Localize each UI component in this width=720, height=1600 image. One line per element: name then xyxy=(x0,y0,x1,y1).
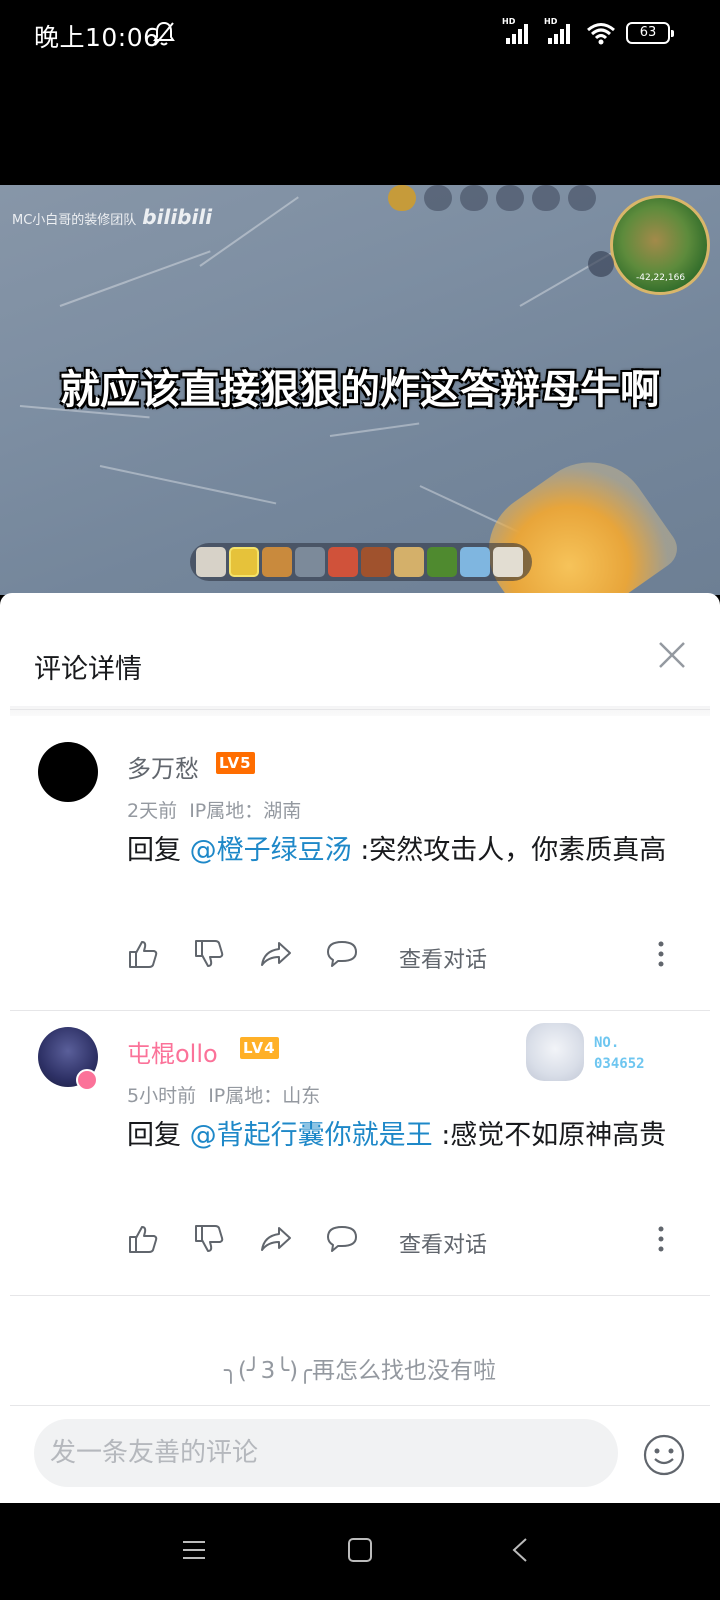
signal-1-icon: HD xyxy=(502,17,534,46)
comment-meta: 2天前 IP属地：湖南 xyxy=(127,796,301,823)
dislike-icon[interactable] xyxy=(193,1223,225,1255)
mention-link[interactable]: @橙子绿豆汤 xyxy=(190,835,352,866)
wifi-icon xyxy=(587,23,615,45)
hud-share-icon xyxy=(532,185,560,211)
comment-actions: 查看对话 xyxy=(127,1223,687,1259)
dislike-icon[interactable] xyxy=(193,938,225,970)
like-icon[interactable] xyxy=(127,938,159,970)
video-subtitle: 就应该直接狠狠的炸这答辩母牛啊 xyxy=(60,367,660,413)
hud-camera-icon xyxy=(424,185,452,211)
input-divider xyxy=(10,1405,710,1406)
comment-item: 多万愁 LV5 2天前 IP属地：湖南 回复 @橙子绿豆汤 :突然攻击人，你素质… xyxy=(0,716,720,996)
hud-tools-icon xyxy=(460,185,488,211)
badge-label: NO. xyxy=(594,1035,620,1051)
reply-icon[interactable] xyxy=(325,938,359,970)
system-navigation-bar xyxy=(0,1503,720,1600)
comment-ip: IP属地：山东 xyxy=(208,1085,321,1107)
header-divider xyxy=(10,706,710,716)
game-hud-toolbar xyxy=(388,185,596,211)
more-icon[interactable] xyxy=(657,938,665,970)
close-icon[interactable] xyxy=(650,633,694,677)
reply-prefix: 回复 xyxy=(127,1120,181,1151)
home-square-icon[interactable] xyxy=(347,1537,373,1563)
sheet-title: 评论详情 xyxy=(34,654,142,685)
battery-indicator: 63 xyxy=(626,22,674,44)
bell-muted-icon xyxy=(153,21,175,46)
back-icon[interactable] xyxy=(510,1537,530,1563)
share-icon[interactable] xyxy=(259,1223,293,1255)
comment-actions: 查看对话 xyxy=(127,938,687,974)
badge-number: 034652 xyxy=(594,1056,645,1072)
comment-divider xyxy=(10,709,710,710)
comment-ip: IP属地：湖南 xyxy=(189,800,302,822)
map-coordinates: -42,22,166 xyxy=(636,273,686,283)
hud-record-icon xyxy=(496,185,524,211)
comment-item: 屯棍ollo LV4 NO. 034652 5小时前 IP属地：山东 回复 @背… xyxy=(0,1001,720,1281)
fan-badge-icon xyxy=(526,1023,584,1081)
comment-text: :突然攻击人，你素质真高 xyxy=(360,835,667,866)
comment-username[interactable]: 屯棍ollo xyxy=(127,1034,218,1069)
share-icon[interactable] xyxy=(259,938,293,970)
end-of-list-message: ╮(╯3╰)╭再怎么找也没有啦 xyxy=(224,1358,496,1384)
view-conversation-link[interactable]: 查看对话 xyxy=(399,1227,487,1259)
comment-text: :感觉不如原神高贵 xyxy=(441,1120,667,1151)
game-chat-icon xyxy=(588,251,614,277)
comment-input[interactable] xyxy=(34,1419,618,1487)
like-icon[interactable] xyxy=(127,1223,159,1255)
status-time: 晚上10:06 xyxy=(34,23,160,52)
comment-time: 2天前 xyxy=(127,800,178,822)
view-conversation-link[interactable]: 查看对话 xyxy=(399,942,487,974)
emoji-icon[interactable] xyxy=(642,1433,686,1477)
comment-time: 5小时前 xyxy=(127,1085,197,1107)
more-icon[interactable] xyxy=(657,1223,665,1255)
level-badge: LV4 xyxy=(240,1037,279,1059)
video-player[interactable]: MC小白哥的装修团队 bilibili -42,22,166 就应该直接狠狠的炸这… xyxy=(0,185,720,595)
video-watermark: MC小白哥的装修团队 bilibili xyxy=(12,205,213,229)
fan-badge: NO. 034652 xyxy=(526,1023,666,1085)
hud-home-icon xyxy=(568,185,596,211)
hud-backpack-icon xyxy=(388,185,416,211)
comment-meta: 5小时前 IP属地：山东 xyxy=(127,1081,320,1108)
mention-link[interactable]: @背起行囊你就是王 xyxy=(190,1120,433,1151)
signal-2-icon: HD xyxy=(544,17,576,46)
comment-input-wrapper[interactable] xyxy=(34,1419,618,1487)
status-bar: 晚上10:06 HD HD 63 xyxy=(0,0,720,70)
reply-icon[interactable] xyxy=(325,1223,359,1255)
comment-username[interactable]: 多万愁 xyxy=(127,749,199,784)
avatar-badge-icon xyxy=(76,1069,98,1091)
reply-prefix: 回复 xyxy=(127,835,181,866)
comment-body: 回复 @背起行囊你就是王 :感觉不如原神高贵 xyxy=(127,1112,687,1160)
avatar[interactable] xyxy=(38,742,98,802)
comment-detail-sheet: 评论详情 多万愁 LV5 2天前 IP属地：湖南 回复 @橙子绿豆汤 :突然攻击… xyxy=(0,593,720,1503)
game-hotbar xyxy=(190,543,532,581)
comment-divider xyxy=(10,1295,710,1296)
menu-icon[interactable] xyxy=(181,1537,207,1563)
comment-body: 回复 @橙子绿豆汤 :突然攻击人，你素质真高 xyxy=(127,827,687,875)
level-badge: LV5 xyxy=(216,752,255,774)
